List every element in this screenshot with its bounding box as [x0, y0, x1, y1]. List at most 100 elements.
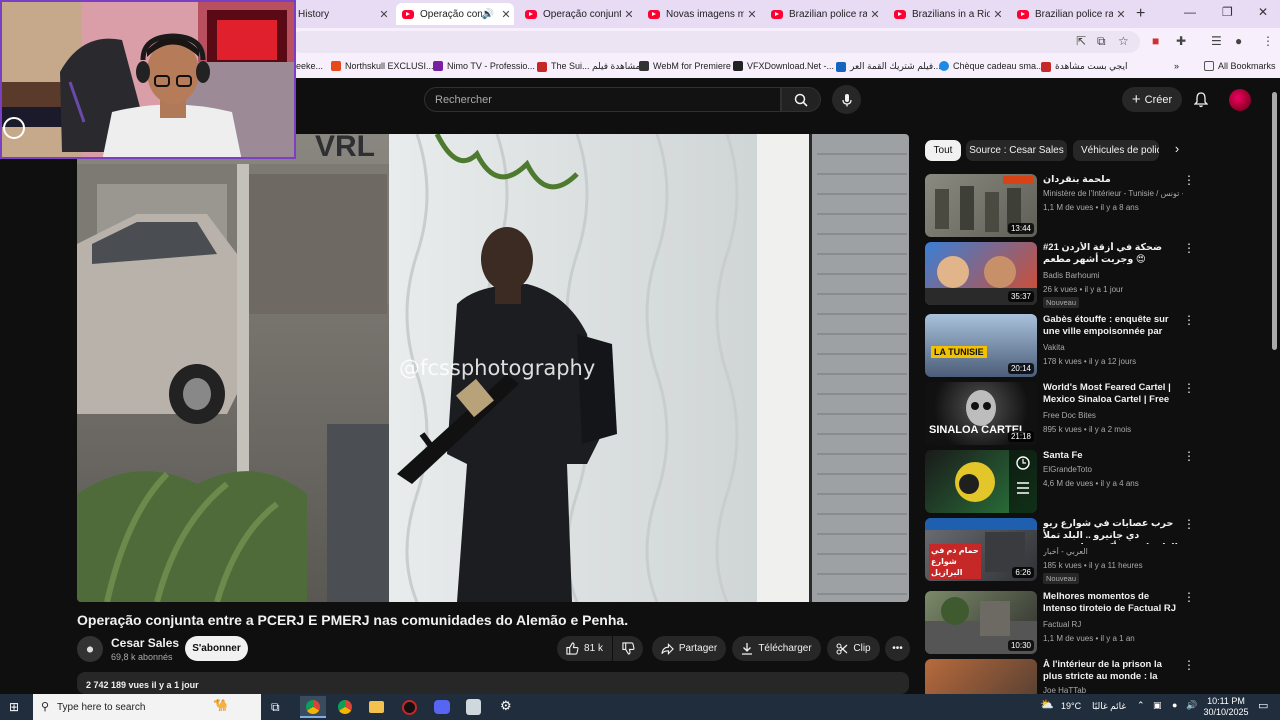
- subscribe-button[interactable]: S'abonner: [185, 636, 248, 661]
- chip-police-vehicles[interactable]: Véhicules de police: [1073, 140, 1159, 161]
- more-vertical-icon[interactable]: ⋮: [1183, 174, 1195, 186]
- page-scrollbar[interactable]: [1272, 92, 1277, 350]
- translate-icon[interactable]: ⧉: [1097, 34, 1106, 49]
- rec-channel[interactable]: Free Doc Bites: [1043, 411, 1183, 420]
- close-icon[interactable]: ✕: [867, 8, 883, 21]
- channel-name[interactable]: Cesar Sales: [111, 636, 179, 650]
- weather-temperature[interactable]: 19°C: [1061, 701, 1081, 711]
- clip-button[interactable]: Clip: [827, 636, 880, 661]
- more-vertical-icon[interactable]: ⋮: [1183, 659, 1195, 671]
- video-thumbnail[interactable]: 10:30: [925, 591, 1037, 654]
- recommendation-item[interactable]: 10:30 Melhores momentos de Intenso tirot…: [925, 591, 1195, 655]
- rec-title[interactable]: World's Most Feared Cartel | Mexico Sina…: [1043, 382, 1178, 408]
- more-actions-button[interactable]: •••: [885, 636, 910, 661]
- share-button[interactable]: Partager: [652, 636, 726, 661]
- chevron-right-icon[interactable]: ›: [1168, 141, 1186, 160]
- chevron-up-icon[interactable]: ⌃: [1137, 700, 1145, 711]
- bookmark-item[interactable]: Chèque cadeau sma...: [939, 61, 1044, 71]
- rec-channel[interactable]: Vakita: [1043, 343, 1183, 352]
- rec-channel[interactable]: Badis Barhoumi: [1043, 271, 1183, 280]
- file-explorer-icon[interactable]: [369, 701, 384, 713]
- rec-channel[interactable]: ElGrandeToto: [1043, 465, 1183, 474]
- search-input[interactable]: Rechercher: [424, 87, 781, 112]
- channel-avatar[interactable]: ⬤: [77, 636, 103, 662]
- rec-channel[interactable]: Factual RJ: [1043, 620, 1183, 629]
- url-field[interactable]: [290, 31, 1140, 53]
- discord-icon[interactable]: [434, 700, 450, 714]
- create-button[interactable]: + Créer: [1122, 87, 1182, 112]
- task-view-icon[interactable]: ⧉: [271, 700, 280, 715]
- taskbar-search-input[interactable]: ⚲ Type here to search 🐪: [33, 694, 261, 720]
- close-icon[interactable]: ✕: [1113, 8, 1129, 21]
- recommendation-item[interactable]: LA TUNISIE 20:14 Gabès étouffe : enquête…: [925, 314, 1195, 378]
- rec-title[interactable]: Melhores momentos de Intenso tiroteio de…: [1043, 591, 1178, 615]
- video-thumbnail[interactable]: SINALOA CARTEL 21:18: [925, 382, 1037, 445]
- recommendation-item[interactable]: Santa Fe ElGrandeToto 4,6 M de vues • il…: [925, 450, 1195, 514]
- search-button[interactable]: [781, 87, 821, 112]
- tab-video-6[interactable]: Brazilian police raid Rio ✕: [1011, 3, 1129, 25]
- notification-center-icon[interactable]: ▭: [1258, 699, 1268, 712]
- tab-video-2[interactable]: Operação conjunta entre ✕: [519, 3, 637, 25]
- more-vertical-icon[interactable]: ⋮: [1183, 591, 1195, 603]
- rec-channel[interactable]: العربي - أخبار: [1043, 547, 1183, 556]
- shield-app-icon[interactable]: [466, 699, 481, 715]
- tab-video-5[interactable]: Brazilians in a Rio favela ✕: [888, 3, 1006, 25]
- like-button[interactable]: 81 k: [557, 636, 612, 661]
- chip-source[interactable]: Source : Cesar Sales: [966, 140, 1067, 161]
- weather-label[interactable]: غائم غالبًا: [1092, 701, 1126, 712]
- windows-start-icon[interactable]: ⊞: [9, 700, 19, 714]
- rec-title[interactable]: Santa Fe: [1043, 450, 1178, 462]
- microphone-icon[interactable]: ●: [1172, 700, 1177, 710]
- video-player[interactable]: VRL @fcssphotography: [77, 134, 909, 602]
- bookmark-item[interactable]: Nimo TV - Professio...: [433, 61, 535, 71]
- extension-red-icon[interactable]: ■: [1152, 34, 1159, 48]
- close-window-button[interactable]: ✕: [1258, 5, 1268, 19]
- weather-icon[interactable]: ⛅: [1040, 698, 1054, 711]
- video-thumbnail[interactable]: 13:44: [925, 174, 1037, 237]
- tab-video-4[interactable]: Brazilian police raid Rio ✕: [765, 3, 883, 25]
- rec-title[interactable]: À l'intérieur de la prison la plus stric…: [1043, 659, 1178, 685]
- rec-title[interactable]: حرب عصابات في شوارع ريو دي جانيرو .. الب…: [1043, 518, 1178, 544]
- more-vertical-icon[interactable]: ⋮: [1183, 242, 1195, 254]
- close-icon[interactable]: ✕: [744, 8, 760, 21]
- settings-gear-icon[interactable]: ⚙: [500, 698, 512, 714]
- bookmark-item[interactable]: Northskull EXCLUSI...: [331, 61, 434, 71]
- more-vertical-icon[interactable]: ⋮: [1183, 382, 1195, 394]
- bookmark-item[interactable]: eeke...: [296, 61, 323, 71]
- new-tab-button[interactable]: +: [1136, 5, 1145, 23]
- volume-icon[interactable]: 🔊: [1186, 700, 1197, 711]
- more-vertical-icon[interactable]: ⋮: [1183, 314, 1195, 326]
- recommendation-item[interactable]: SINALOA CARTEL 21:18 World's Most Feared…: [925, 382, 1195, 446]
- clock[interactable]: 10:11 PM 30/10/2025: [1202, 696, 1250, 718]
- maximize-button[interactable]: ❐: [1222, 5, 1233, 19]
- video-thumbnail[interactable]: LA TUNISIE 20:14: [925, 314, 1037, 377]
- network-icon[interactable]: ▣: [1153, 700, 1162, 711]
- download-button[interactable]: Télécharger: [732, 636, 821, 661]
- kebab-menu-icon[interactable]: ⋮: [1262, 34, 1274, 48]
- video-thumbnail[interactable]: [925, 659, 1037, 694]
- rec-title[interactable]: #21 ضحكة في أزقة الأردن وجربت أشهر مطعم …: [1043, 242, 1178, 266]
- recommendation-item[interactable]: حمام دم في شوارع البرازيل 6:26 حرب عصابا…: [925, 518, 1195, 584]
- bookmark-item[interactable]: فيلم شتريك القمة العر...: [836, 61, 941, 72]
- bookmark-item[interactable]: WebM for Premiere: [639, 61, 731, 71]
- profile-icon[interactable]: ●: [1235, 34, 1242, 48]
- dislike-button[interactable]: [613, 636, 643, 661]
- tab-video-3[interactable]: Novas imagens mostram ✕: [642, 3, 760, 25]
- bookmarks-overflow-icon[interactable]: »: [1174, 61, 1179, 71]
- star-icon[interactable]: ☆: [1118, 34, 1129, 48]
- recommendation-item[interactable]: 35:37 #21 ضحكة في أزقة الأردن وجربت أشهر…: [925, 242, 1195, 308]
- video-thumbnail[interactable]: حمام دم في شوارع البرازيل 6:26: [925, 518, 1037, 581]
- rec-title[interactable]: ملحمة بنقردان: [1043, 174, 1178, 186]
- chrome-icon[interactable]: [338, 700, 352, 714]
- all-bookmarks-button[interactable]: All Bookmarks: [1204, 61, 1276, 71]
- close-icon[interactable]: ✕: [376, 8, 392, 21]
- bookmark-item[interactable]: VFXDownload.Net -...: [733, 61, 834, 71]
- minimize-button[interactable]: —: [1184, 5, 1196, 19]
- recommendation-item[interactable]: À l'intérieur de la prison la plus stric…: [925, 659, 1195, 694]
- bookmark-item[interactable]: ايجي بست مشاهدة: [1041, 61, 1127, 72]
- close-icon[interactable]: ✕: [990, 8, 1006, 21]
- install-icon[interactable]: ⇱: [1076, 34, 1086, 48]
- notifications-button[interactable]: [1190, 89, 1212, 111]
- tab-active-video[interactable]: Operação conjunta 🔊 ✕: [396, 3, 514, 25]
- close-icon[interactable]: ✕: [621, 8, 637, 21]
